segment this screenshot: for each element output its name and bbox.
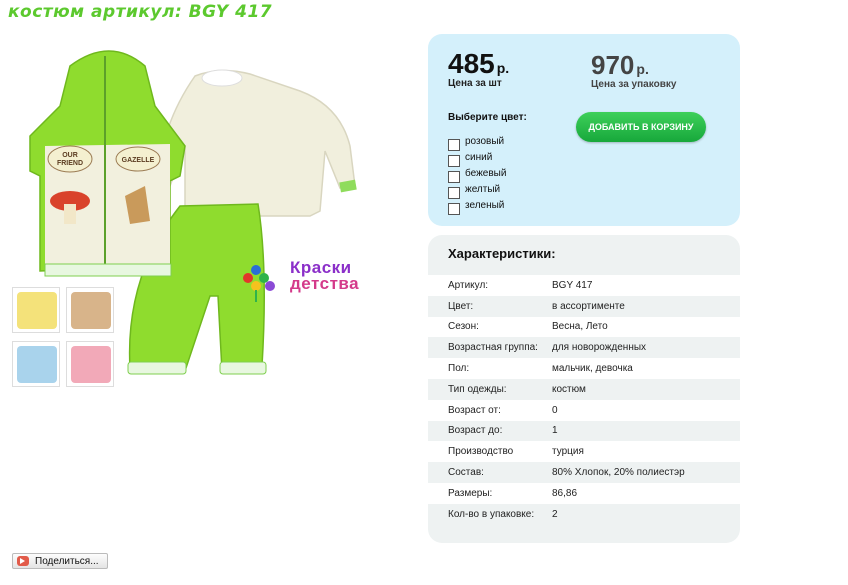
color-option-label: желтый: [465, 183, 501, 195]
specs-title: Характеристики:: [448, 246, 556, 261]
spec-row: Возраст от: 0: [428, 399, 740, 421]
thumbnail-swatch: [17, 292, 57, 329]
thumbnail-4[interactable]: [66, 341, 114, 387]
spec-row: Артикул: BGY 417: [428, 275, 740, 296]
spec-value: BGY 417: [552, 279, 593, 291]
checkbox[interactable]: [448, 186, 460, 199]
svg-text:GAZELLE: GAZELLE: [122, 157, 155, 164]
spec-key: Возрастная группа:: [448, 342, 538, 354]
spec-row: Пол: мальчик, девочка: [428, 358, 740, 379]
thumbnail-swatch: [71, 346, 111, 383]
spec-key: Тип одежды:: [448, 383, 507, 395]
unit-price-currency: р.: [496, 60, 510, 76]
spec-row: Сезон: Весна, Лето: [428, 316, 740, 338]
spec-row: Производство турция: [428, 441, 740, 463]
vest-image: OUR FRIEND GAZELLE: [29, 50, 186, 277]
svg-text:FRIEND: FRIEND: [57, 160, 83, 167]
color-option-label: зеленый: [465, 199, 505, 211]
spec-row: Цвет: в ассортименте: [428, 296, 740, 317]
spec-value: 80% Хлопок, 20% полиестэр: [552, 467, 685, 479]
spec-key: Артикул:: [448, 279, 489, 291]
share-button-label: Поделиться...: [35, 555, 99, 567]
unit-price-label: Цена за шт: [448, 78, 502, 89]
color-options: розовый синий бежевый желтый зеленый: [448, 134, 507, 215]
spec-key: Состав:: [448, 467, 484, 479]
spec-value: 0: [552, 404, 558, 416]
spec-key: Размеры:: [448, 487, 493, 499]
pack-price-label: Цена за упаковку: [591, 79, 677, 90]
checkbox[interactable]: [448, 154, 460, 167]
spec-value: для новорожденных: [552, 342, 647, 354]
sweater-image: [157, 69, 357, 217]
color-option-yellow[interactable]: желтый: [448, 182, 506, 199]
brand-logo: Краски детства: [238, 256, 374, 304]
unit-price-value: 485: [448, 48, 495, 79]
spec-row: Кол-во в упаковке: 2: [428, 504, 740, 525]
unit-price: 485 р. Цена за шт: [448, 48, 509, 89]
checkbox[interactable]: [448, 202, 460, 215]
svg-text:OUR: OUR: [62, 152, 78, 159]
color-option-green[interactable]: зеленый: [448, 198, 506, 215]
share-icon: [17, 556, 29, 566]
color-option-pink[interactable]: розовый: [448, 134, 506, 151]
thumbnail-gallery: [12, 287, 116, 391]
brand-name-line2: детства: [290, 274, 360, 293]
specs-panel: Характеристики: Артикул: BGY 417 Цвет: в а…: [428, 235, 740, 543]
thumbnail-swatch: [71, 292, 111, 329]
spec-value: в ассортименте: [552, 300, 625, 312]
spec-value: 2: [552, 508, 558, 520]
spec-key: Производство: [448, 446, 514, 458]
page-title: костюм артикул: BGY 417: [8, 2, 273, 22]
spec-key: Возраст до:: [448, 425, 503, 437]
spec-row: Возрастная группа: для новорожденных: [428, 337, 740, 358]
thumbnail-2[interactable]: [66, 287, 114, 333]
spec-value: Весна, Лето: [552, 321, 608, 333]
spec-row: Возраст до: 1: [428, 421, 740, 442]
thumbnail-swatch: [17, 346, 57, 383]
spec-value: 86,86: [552, 487, 578, 499]
pack-price: 970 р. Цена за упаковку: [591, 50, 676, 90]
price-panel: 485 р. Цена за шт 970 р. Цена за упаковку …: [428, 34, 740, 226]
spec-key: Кол-во в упаковке:: [448, 508, 535, 520]
add-to-cart-button[interactable]: ДОБАВИТЬ В КОРЗИНУ: [576, 112, 706, 142]
share-button[interactable]: Поделиться...: [12, 553, 108, 569]
checkbox[interactable]: [448, 138, 460, 151]
thumbnail-1[interactable]: [12, 287, 60, 333]
color-option-label: бежевый: [465, 167, 507, 179]
checkbox[interactable]: [448, 170, 460, 183]
color-select-title: Выберите цвет:: [448, 112, 527, 123]
color-option-blue[interactable]: синий: [448, 150, 506, 167]
spec-key: Пол:: [448, 363, 470, 375]
color-option-label: синий: [465, 151, 493, 163]
spec-value: костюм: [552, 383, 586, 395]
spec-value: 1: [552, 425, 558, 437]
spec-row: Тип одежды: костюм: [428, 379, 740, 400]
pack-price-value: 970: [591, 50, 635, 80]
spec-value: турция: [552, 446, 584, 458]
spec-row: Размеры: 86,86: [428, 482, 740, 504]
spec-value: мальчик, девочка: [552, 363, 633, 375]
color-option-beige[interactable]: бежевый: [448, 166, 507, 183]
spec-key: Возраст от:: [448, 404, 501, 416]
spec-row: Состав: 80% Хлопок, 20% полиестэр: [428, 462, 740, 483]
color-option-label: розовый: [465, 135, 505, 147]
pack-price-currency: р.: [636, 61, 649, 77]
thumbnail-3[interactable]: [12, 341, 60, 387]
spec-key: Сезон:: [448, 321, 479, 333]
spec-key: Цвет:: [448, 300, 474, 312]
